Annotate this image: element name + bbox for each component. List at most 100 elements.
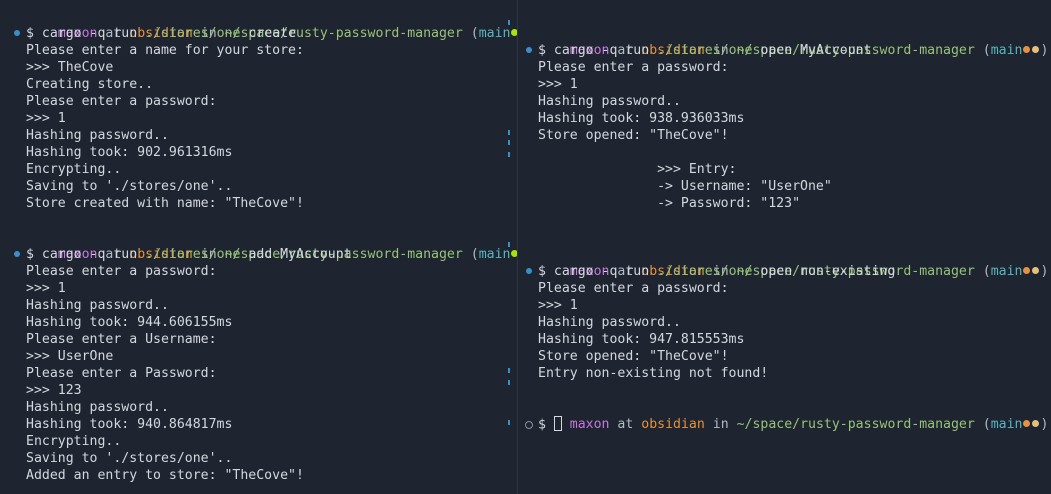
prompt-path: ~/space/rusty-password-manager [736,417,975,432]
branch-paren: ( [982,43,991,58]
output-line: Please enter a password: [538,281,729,296]
output-line: Hashing took: 938.936033ms [538,111,745,126]
branch-paren: ( [982,417,991,432]
prompt-symbol: $ [538,264,546,279]
output-line: >>> 1 [26,281,66,296]
prompt-header: maxon at obsidian in ~/space/rusty-passw… [538,246,1049,279]
scroll-marker[interactable] [508,368,510,373]
output-line: Hashing took: 944.606155ms [26,315,233,330]
command-line: $ cargo -q run ./stores/one open non-exi… [538,263,895,280]
output-line: Please enter a name for your store: [26,43,304,58]
output-line: Hashing password.. [26,298,169,313]
command-args: create [248,26,297,41]
output-line: >>> 1 [538,77,578,92]
git-untracked-dot-icon [1032,45,1040,53]
output-line: Added an entry to store: "TheCove"! [26,468,304,483]
command-path: ./stores/one [657,264,753,279]
prompt-symbol: $ [26,26,34,41]
scroll-marker[interactable] [508,140,510,145]
branch-paren: ( [470,26,479,41]
prompt-status-dot-icon [14,251,20,257]
scroll-marker[interactable] [508,20,510,25]
output-line: Creating store.. [26,77,154,92]
terminal-pane-left[interactable]: maxon at obsidian in ~/space/rusty-passw… [0,0,517,494]
git-untracked-dot-icon [1032,266,1040,274]
prompt-in: in [712,417,729,432]
command-line: $ cargo -q run ./stores/one create [26,25,296,42]
git-untracked-dot-icon [1032,419,1040,427]
terminal-pane-right[interactable]: maxon at obsidian in ~/space/rusty-passw… [518,0,1051,494]
output-line: Encrypting.. [26,434,122,449]
output-line: >>> TheCove [26,60,114,75]
branch-paren: ( [470,247,479,262]
command-path: ./stores/one [657,43,753,58]
command-path: ./stores/one [145,26,241,41]
output-line: Store opened: "TheCove"! [538,349,729,364]
output-line: Entry non-existing not found! [538,366,769,381]
output-line: >>> 1 [538,298,578,313]
output-line: Hashing took: 947.815553ms [538,332,745,347]
scroll-marker[interactable] [508,380,510,385]
command-args: add MyAccount [248,247,352,262]
prompt-user: maxon [569,417,610,432]
active-command-line[interactable]: $ [538,416,562,433]
output-line: Hashing password.. [538,94,681,109]
prompt-header: maxon at obsidian in ~/space/rusty-passw… [538,399,1049,432]
output-line: >>> UserOne [26,349,114,364]
output-line: >>> Entry: [538,162,737,177]
prompt-status-dot-icon [526,47,532,53]
scroll-marker[interactable] [508,420,510,425]
output-line: Hashing password.. [538,315,681,330]
prompt-header: maxon at obsidian in ~/space/rusty-passw… [26,229,517,262]
scroll-marker[interactable] [508,130,510,135]
command-line: $ cargo -q run ./stores/one open MyAccou… [538,42,872,59]
output-line: Please enter a Password: [26,366,217,381]
git-modified-dot-icon [1023,419,1031,427]
prompt-host: obsidian [641,417,705,432]
command-name: cargo -q run [41,26,138,41]
git-modified-dot-icon [1023,266,1031,274]
branch-paren-close: ) [1040,43,1049,58]
output-line: Saving to './stores/one'.. [26,451,233,466]
output-line: Please enter a password: [538,60,729,75]
output-line: Store opened: "TheCove"! [538,128,729,143]
output-line: Hashing password.. [26,400,169,415]
command-name: cargo -q run [553,264,650,279]
command-args: open MyAccount [760,43,872,58]
git-branch: main [990,43,1023,58]
branch-paren-close: ) [1040,417,1049,432]
output-line: Encrypting.. [26,162,122,177]
output-line: Hashing password.. [26,128,169,143]
output-line: Store created with name: "TheCove"! [26,196,304,211]
scroll-marker[interactable] [508,242,510,247]
prompt-symbol: $ [538,417,546,433]
git-modified-dot-icon [1023,45,1031,53]
output-line: >>> 1 [26,111,66,126]
branch-paren-close: ) [1040,264,1049,279]
git-branch: main [478,26,511,41]
output-line: Hashing took: 902.961316ms [26,145,233,160]
prompt-status-dot-icon [526,268,532,274]
output-line: Saving to './stores/one'.. [26,179,233,194]
prompt-header: maxon at obsidian in ~/space/rusty-passw… [538,25,1049,58]
command-line: $ cargo -q run ./stores/one add MyAccoun… [26,246,352,263]
command-path: ./stores/one [145,247,241,262]
output-line: -> Username: "UserOne" [538,179,832,194]
git-branch: main [990,264,1023,279]
output-line: >>> 123 [26,383,82,398]
command-name: cargo -q run [41,247,138,262]
command-name: cargo -q run [553,43,650,58]
prompt-at: at [617,417,634,432]
command-args: open non-existing [760,264,896,279]
git-branch: main [478,247,511,262]
scroll-marker[interactable] [508,152,510,157]
prompt-pending-dot-icon [525,421,533,429]
prompt-symbol: $ [26,247,34,262]
output-line: Please enter a Username: [26,332,217,347]
prompt-symbol: $ [538,43,546,58]
terminal-cursor[interactable] [553,416,562,431]
output-line: Hashing took: 940.864817ms [26,417,233,432]
git-branch: main [990,417,1023,432]
prompt-header: maxon at obsidian in ~/space/rusty-passw… [26,8,517,41]
output-line: Please enter a password: [26,94,217,109]
